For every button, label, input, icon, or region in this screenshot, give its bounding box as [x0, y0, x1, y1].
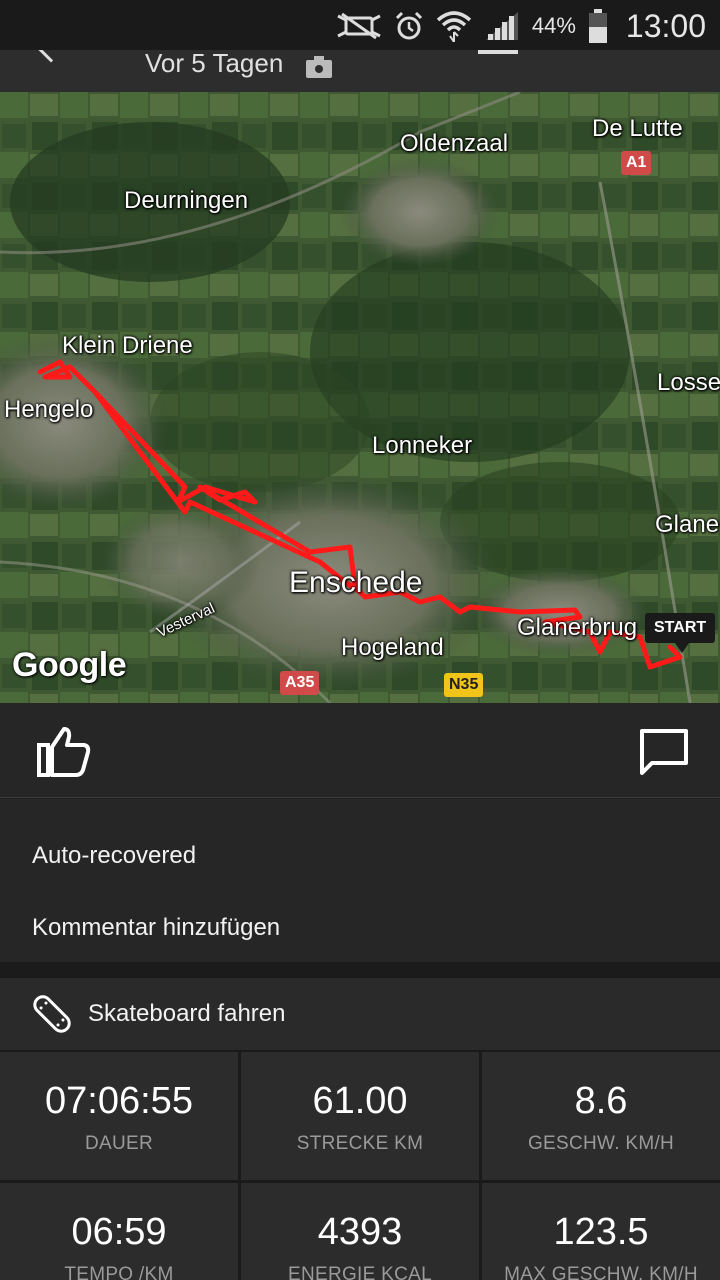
stat-duration-label: DAUER	[84, 1133, 153, 1154]
map-label-hogeland: Hogeland	[341, 634, 444, 661]
map-label-enschede: Enschede	[289, 566, 423, 599]
map-label-glanerbrug: Glanerbrug	[517, 614, 638, 641]
add-comment-link[interactable]: Kommentar hinzufügen	[32, 914, 280, 942]
stat-distance: 61.00 STRECKE KM	[241, 1052, 479, 1180]
stat-pace-label: TEMPO /KM	[64, 1264, 174, 1280]
map-label-lonneker: Lonneker	[372, 432, 473, 459]
map-label-oldenzaal: Oldenzaal	[400, 130, 509, 157]
map-label-hengelo: Hengelo	[4, 396, 94, 423]
clock: 13:00	[625, 7, 706, 44]
activity-header: Vor 5 Tagen	[0, 50, 720, 92]
stat-distance-value: 61.00	[312, 1080, 408, 1122]
map-label-klein-driene: Klein Driene	[62, 332, 193, 359]
stats-grid: 07:06:55 DAUER 61.00 STRECKE KM 8.6 GESC…	[0, 1050, 720, 1280]
stat-max-speed: 123.5 MAX GESCHW. KM/H	[482, 1183, 720, 1280]
stat-max-speed-value: 123.5	[553, 1211, 649, 1253]
section-divider	[0, 962, 720, 978]
back-icon[interactable]	[35, 50, 67, 63]
signal-icon	[485, 12, 518, 40]
google-logo: Google	[12, 646, 127, 684]
map-label-losser: Losse	[657, 369, 720, 396]
stat-duration-value: 07:06:55	[45, 1080, 193, 1122]
activity-notes: Auto-recovered Kommentar hinzufügen	[0, 799, 720, 962]
status-bar: 44% 13:00	[0, 0, 720, 50]
road-badge-a35: A35	[280, 671, 320, 695]
stat-pace-value: 06:59	[71, 1211, 167, 1253]
activity-date: Vor 5 Tagen	[145, 50, 284, 78]
activity-type-row: Skateboard fahren	[0, 978, 720, 1050]
activity-type-label: Skateboard fahren	[88, 1000, 286, 1027]
stat-max-speed-label: MAX GESCHW. KM/H	[504, 1264, 698, 1280]
stat-distance-label: STRECKE KM	[296, 1133, 424, 1154]
alarm-icon	[395, 11, 422, 40]
stat-energy: 4393 ENERGIE KCAL	[241, 1183, 479, 1280]
actions-row	[0, 703, 720, 798]
wifi-icon	[436, 11, 472, 42]
thumbs-up-icon[interactable]	[36, 725, 92, 777]
stat-speed-label: GESCHW. KM/H	[527, 1133, 675, 1154]
map-label-de-lutte: De Lutte	[592, 115, 683, 142]
road-badge-a1: A1	[621, 151, 652, 175]
stat-speed-value: 8.6	[574, 1080, 628, 1122]
comment-icon[interactable]	[638, 727, 690, 777]
battery-icon	[588, 9, 607, 43]
stat-energy-value: 4393	[317, 1211, 403, 1253]
map-label-glane: Glane	[655, 511, 720, 538]
stat-energy-label: ENERGIE KCAL	[287, 1264, 433, 1280]
camera-icon[interactable]	[306, 54, 332, 78]
route-map[interactable]: Oldenzaal De Lutte Deurningen Klein Drie…	[0, 92, 720, 703]
satellite-map	[0, 92, 720, 703]
skateboard-icon	[33, 995, 71, 1033]
start-marker[interactable]: START	[645, 613, 716, 653]
battery-percent: 44%	[531, 13, 576, 38]
stat-pace: 06:59 TEMPO /KM	[0, 1183, 238, 1280]
auto-recovered-note: Auto-recovered	[32, 842, 197, 869]
tab-indicator	[478, 50, 518, 54]
map-label-deurningen: Deurningen	[124, 187, 249, 214]
stat-speed: 8.6 GESCHW. KM/H	[482, 1052, 720, 1180]
road-badge-n35: N35	[444, 673, 484, 697]
stat-duration: 07:06:55 DAUER	[0, 1052, 238, 1180]
mute-icon	[337, 12, 381, 40]
